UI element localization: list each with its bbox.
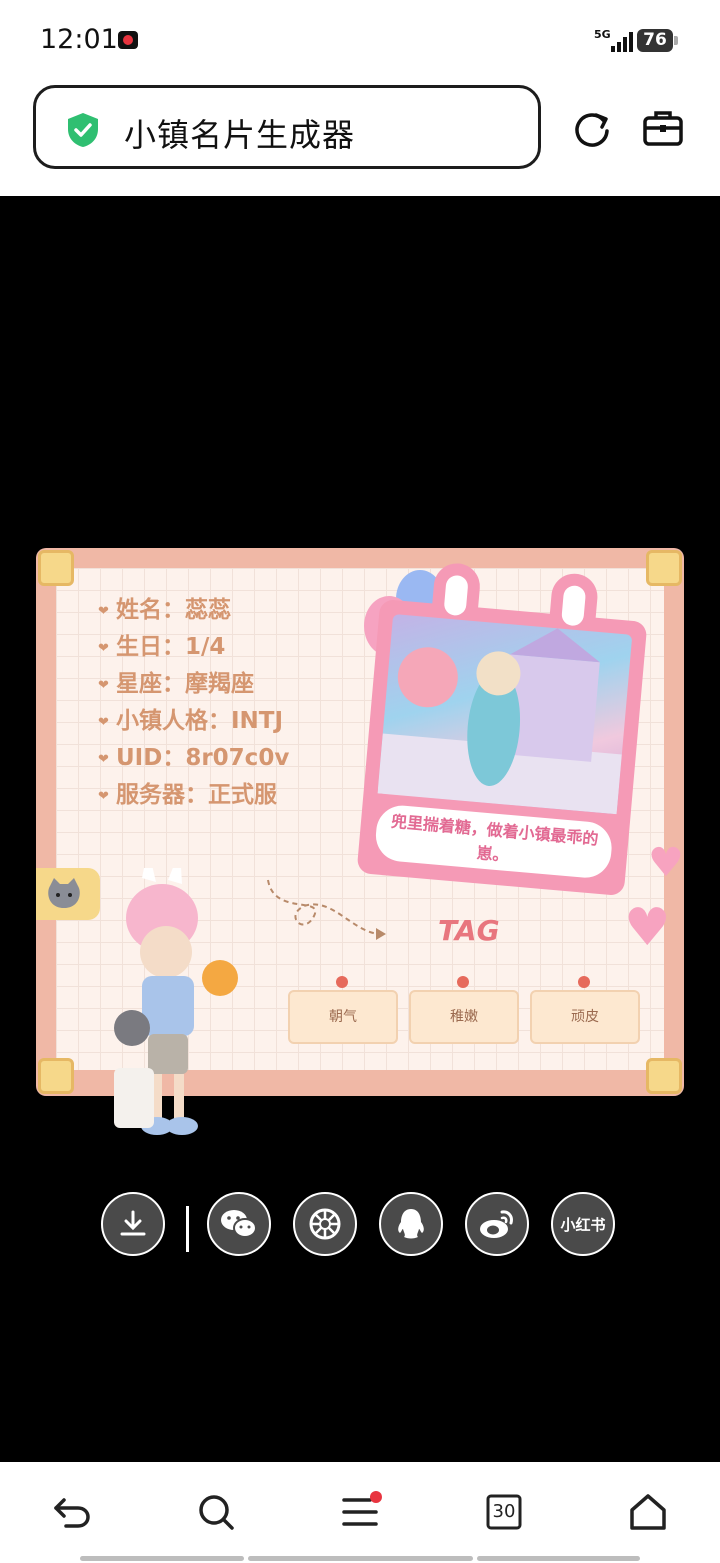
heart-decoration-icon: ♥ [648, 840, 684, 886]
status-time: 12:01 [40, 24, 118, 55]
browser-toolbar: 小镇名片生成器 [0, 80, 720, 196]
gesture-bar [477, 1556, 640, 1561]
reload-icon[interactable] [570, 107, 614, 151]
dashed-arrow-icon [267, 879, 386, 940]
home-icon[interactable] [626, 1490, 670, 1534]
frame-corner [38, 1058, 74, 1094]
frame-corner [38, 550, 74, 586]
heart-icon: ❤ [98, 641, 109, 656]
network-type: 5G [594, 28, 611, 41]
heart-icon: ❤ [98, 789, 109, 804]
weibo-icon [480, 1210, 513, 1238]
cat-face-icon [48, 878, 80, 908]
heart-icon: ❤ [98, 715, 109, 730]
character-figure [114, 868, 238, 1135]
tab-count: 30 [492, 1501, 516, 1522]
divider [186, 1206, 189, 1252]
gesture-bar [80, 1556, 244, 1561]
share-wechat-button[interactable] [207, 1192, 271, 1256]
heart-decoration-icon: ♥ [624, 898, 671, 958]
toolbox-icon[interactable] [641, 106, 685, 150]
info-birthday: ❤ 生日：1/4 [98, 634, 226, 660]
address-bar[interactable]: 小镇名片生成器 [33, 85, 541, 169]
wechat-icon [221, 1210, 257, 1238]
character-photo-frame: 兜里揣着糖，做着小镇最乖的崽。 [356, 561, 648, 897]
tag-item: 顽皮 [530, 976, 640, 1044]
heart-icon: ❤ [98, 752, 109, 767]
back-icon[interactable] [50, 1490, 94, 1534]
share-qq-button[interactable] [379, 1192, 443, 1256]
share-xiaohongshu-button[interactable]: 小红书 [551, 1192, 615, 1256]
frame-corner [646, 550, 682, 586]
tag-title: TAG [438, 914, 500, 947]
xiaohongshu-icon: 小红书 [560, 1215, 606, 1234]
status-bar: 12:01 5G 76 [0, 0, 720, 80]
tag-item: 稚嫩 [409, 976, 519, 1044]
frame-corner [646, 1058, 682, 1094]
profile-info: ❤ 姓名：蕊蕊 ❤ 生日：1/4 ❤ 星座：摩羯座 ❤ 小镇人格：INTJ ❤ UID：8… [98, 590, 289, 812]
search-icon[interactable] [194, 1490, 238, 1534]
download-button[interactable] [101, 1192, 165, 1256]
share-weibo-button[interactable] [465, 1192, 529, 1256]
character-photo [377, 614, 633, 815]
notification-badge [370, 1491, 382, 1503]
info-zodiac: ❤ 星座：摩羯座 [98, 671, 254, 697]
download-icon [120, 1210, 146, 1236]
castle-scene-icon [377, 628, 622, 815]
qq-icon [398, 1209, 424, 1239]
battery-icon: 76 [637, 29, 678, 52]
tag-item: 朝气 [288, 976, 398, 1044]
info-name: ❤ 姓名：蕊蕊 [98, 597, 231, 623]
screen-record-icon [118, 31, 138, 49]
info-personality: ❤ 小镇人格：INTJ [98, 708, 284, 734]
cat-side-tab [36, 868, 100, 920]
info-uid: ❤ UID：8r07c0v [98, 745, 290, 771]
heart-icon: ❤ [98, 604, 109, 619]
security-shield-icon [68, 113, 98, 147]
signal-icon [611, 30, 633, 52]
browser-bottom-nav: 30 [0, 1462, 720, 1563]
share-actions: 小红书 [0, 1192, 720, 1262]
info-server: ❤ 服务器：正式服 [98, 782, 277, 808]
moments-icon [309, 1208, 341, 1240]
share-moments-button[interactable] [293, 1192, 357, 1256]
page-title: 小镇名片生成器 [124, 116, 356, 154]
photo-caption: 兜里揣着糖，做着小镇最乖的崽。 [373, 803, 614, 880]
tabs-button[interactable]: 30 [482, 1490, 526, 1534]
gesture-bar [248, 1556, 473, 1561]
heart-icon: ❤ [98, 678, 109, 693]
